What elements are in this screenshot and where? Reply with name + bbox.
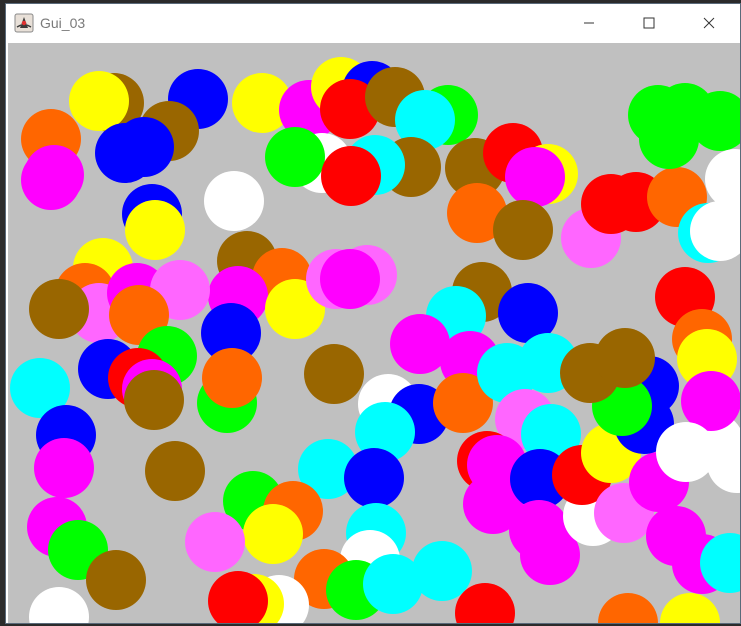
circle-cyan bbox=[412, 541, 472, 601]
circle-magenta bbox=[320, 249, 380, 309]
circle-blue bbox=[344, 448, 404, 508]
circles-layer bbox=[10, 57, 740, 623]
circle-green bbox=[639, 109, 699, 169]
circle-magenta bbox=[505, 147, 565, 207]
circle-yellow bbox=[69, 71, 129, 131]
circle-orange bbox=[202, 348, 262, 408]
circle-red bbox=[581, 174, 641, 234]
title-bar[interactable]: Gui_03 bbox=[6, 4, 740, 42]
minimize-button[interactable] bbox=[566, 4, 612, 42]
close-button[interactable] bbox=[686, 4, 732, 42]
window-title: Gui_03 bbox=[40, 15, 86, 31]
circle-yellow bbox=[660, 593, 720, 623]
app-window: Gui_03 bbox=[5, 3, 741, 624]
circle-white bbox=[705, 149, 740, 209]
circle-brown bbox=[595, 328, 655, 388]
circle-yellow bbox=[243, 504, 303, 564]
minimize-icon bbox=[584, 22, 594, 24]
circle-orange bbox=[598, 593, 658, 623]
circle-white bbox=[204, 171, 264, 231]
circle-brown bbox=[145, 441, 205, 501]
circle-red bbox=[321, 146, 381, 206]
maximize-icon bbox=[643, 17, 655, 29]
circle-magenta bbox=[681, 371, 740, 431]
circle-magenta bbox=[34, 438, 94, 498]
drawing-canvas[interactable] bbox=[8, 43, 740, 623]
maximize-button[interactable] bbox=[626, 4, 672, 42]
circle-brown bbox=[86, 550, 146, 610]
circle-brown bbox=[29, 279, 89, 339]
close-icon bbox=[703, 17, 715, 29]
circle-magenta bbox=[21, 150, 81, 210]
circle-green bbox=[265, 127, 325, 187]
circle-brown bbox=[304, 344, 364, 404]
circle-yellow bbox=[125, 200, 185, 260]
java-duke-icon[interactable] bbox=[14, 13, 34, 33]
circle-blue bbox=[114, 117, 174, 177]
circle-white bbox=[29, 587, 89, 623]
circle-brown bbox=[493, 200, 553, 260]
circle-brown bbox=[124, 370, 184, 430]
circle-pink bbox=[185, 512, 245, 572]
circle-white bbox=[656, 422, 716, 482]
